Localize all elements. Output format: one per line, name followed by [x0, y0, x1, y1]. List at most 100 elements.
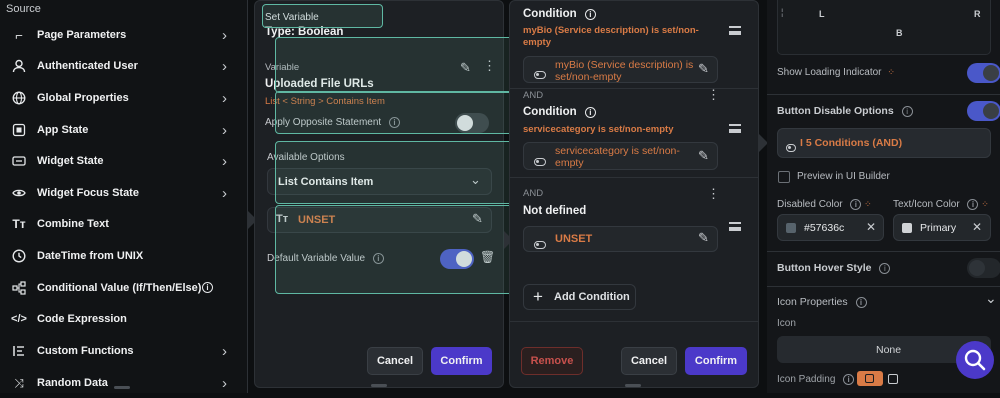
source-item-combine-text[interactable]: Tт Combine Text — [0, 209, 246, 239]
condition-title-text: Condition — [523, 8, 577, 20]
source-item-code-expression[interactable]: </> Code Expression — [0, 304, 246, 334]
icon-properties-label: Icon Properties i — [777, 296, 867, 308]
source-item-label: Widget Focus State — [37, 187, 139, 199]
chevron-right-icon: › — [222, 121, 227, 139]
source-item-label: Conditional Value (If/Then/Else) — [37, 282, 202, 294]
condition-title: Condition i — [523, 106, 596, 118]
preview-checkbox[interactable] — [778, 171, 790, 183]
info-icon: i — [855, 297, 867, 308]
edit-icon[interactable]: ✎ — [698, 230, 709, 246]
source-item-conditional-value[interactable]: Conditional Value (If/Then/Else) i — [0, 273, 246, 303]
source-item-datetime-unix[interactable]: DateTime from UNIX — [0, 241, 246, 271]
button-disable-label: Button Disable Options i — [777, 105, 913, 117]
search-icon — [964, 349, 986, 371]
source-panel: Source ⌐ Page Parameters › Authenticated… — [0, 0, 248, 393]
condition-value: UNSET — [555, 233, 593, 245]
info-icon: i — [843, 374, 855, 385]
confirm-button[interactable]: Confirm — [685, 347, 747, 375]
clock-icon — [11, 248, 27, 264]
condition-subtitle: servicecategory is set/non-empty — [523, 124, 674, 135]
button-disable-toggle[interactable] — [967, 101, 1000, 121]
source-item-label: Page Parameters — [37, 29, 127, 41]
padding-editor[interactable]: ¦ L R B — [777, 0, 991, 55]
code-icon: </> — [11, 313, 27, 325]
source-item-label: DateTime from UNIX — [37, 250, 144, 262]
eye-icon — [11, 185, 27, 201]
disabled-color-value: #57636c — [804, 222, 845, 234]
icon-properties-text: Icon Properties — [777, 296, 848, 308]
preview-label: Preview in UI Builder — [797, 171, 890, 182]
toggle-pill-icon — [786, 139, 800, 157]
source-item-page-parameters[interactable]: ⌐ Page Parameters › — [0, 20, 246, 50]
conditions-summary: I 5 Conditions (AND) — [800, 137, 903, 149]
text-icon-color-value: Primary — [920, 222, 957, 234]
drag-handle-icon[interactable] — [729, 26, 741, 35]
conditions-summary-field[interactable]: I 5 Conditions (AND) — [777, 128, 991, 158]
condition-value-field[interactable]: servicecategory is set/non-empty ✎ — [523, 142, 718, 170]
square-bracket-icon: ⌐ — [15, 27, 23, 43]
info-icon: i — [967, 199, 979, 210]
hover-style-text: Button Hover Style — [777, 262, 872, 274]
color-swatch — [786, 223, 796, 233]
source-item-widget-state[interactable]: Widget State › — [0, 146, 246, 176]
source-item-authenticated-user[interactable]: Authenticated User › — [0, 51, 246, 81]
source-item-global-properties[interactable]: Global Properties › — [0, 83, 246, 113]
properties-panel: ¦ L R B Show Loading Indicator ⁘ Button … — [767, 0, 1000, 393]
confirm-button[interactable]: Confirm — [431, 347, 492, 375]
source-item-app-state[interactable]: App State › — [0, 115, 246, 145]
chevron-down-icon[interactable]: ⌄ — [985, 290, 997, 307]
cancel-button[interactable]: Cancel — [621, 347, 677, 375]
padding-individual-icon[interactable] — [888, 374, 898, 384]
icon-padding-text: Icon Padding — [777, 374, 836, 385]
source-item-label: Combine Text — [37, 218, 109, 230]
edit-icon[interactable]: ✎ — [698, 148, 709, 164]
drag-handle-icon[interactable] — [729, 222, 741, 231]
condition-value-field[interactable]: UNSET ✎ — [523, 226, 718, 252]
highlight-box — [275, 141, 534, 204]
padding-all-icon — [865, 374, 874, 383]
source-title: Source — [6, 3, 41, 15]
show-loading-toggle[interactable] — [967, 63, 1000, 83]
remove-button[interactable]: Remove — [521, 347, 583, 375]
more-vertical-icon[interactable]: ⋮ — [707, 88, 720, 101]
close-icon[interactable]: ✕ — [972, 220, 982, 234]
resize-handle[interactable] — [371, 384, 387, 387]
info-icon: i — [584, 9, 596, 20]
condition-value: servicecategory is set/non-empty — [555, 145, 680, 169]
source-item-custom-functions[interactable]: Custom Functions › — [0, 336, 246, 366]
disabled-color-field[interactable]: #57636c ✕ — [777, 214, 884, 241]
hover-style-label: Button Hover Style i — [777, 262, 891, 274]
text-icon-color-field[interactable]: Primary ✕ — [893, 214, 991, 241]
conditions-panel: Condition i myBio (Service description) … — [509, 0, 759, 388]
hover-style-toggle[interactable] — [967, 258, 1000, 278]
source-item-label: Random Data — [37, 377, 108, 389]
more-vertical-icon[interactable]: ⋮ — [707, 187, 720, 200]
color-swatch — [902, 223, 912, 233]
resize-handle[interactable] — [625, 384, 641, 387]
condition-title: Not defined — [523, 205, 587, 217]
condition-value-field[interactable]: myBio (Service description) is set/non-e… — [523, 56, 718, 83]
toggle-pill-icon — [534, 153, 556, 171]
close-icon[interactable]: ✕ — [866, 220, 876, 234]
button-disable-text: Button Disable Options — [777, 105, 894, 117]
globe-icon — [11, 90, 27, 106]
edit-icon[interactable]: ✎ — [698, 61, 709, 77]
source-item-widget-focus-state[interactable]: Widget Focus State › — [0, 178, 246, 208]
highlight-box — [275, 37, 534, 93]
condition-title: Condition i — [523, 8, 596, 20]
variable-link-icon: ⁘ — [981, 199, 989, 209]
chevron-right-icon: › — [222, 184, 227, 202]
and-joiner: AND — [523, 90, 544, 101]
add-condition-button[interactable]: + Add Condition — [523, 284, 636, 310]
padding-mode-button[interactable] — [857, 371, 883, 386]
function-icon — [11, 343, 27, 359]
drag-handle-icon[interactable] — [729, 124, 741, 133]
search-fab[interactable] — [956, 341, 994, 379]
plus-icon: + — [533, 287, 543, 306]
text-icon: Tт — [12, 217, 26, 231]
resize-handle[interactable] — [114, 386, 130, 389]
source-item-label: Custom Functions — [37, 345, 134, 357]
source-item-random-data[interactable]: ⤨ Random Data › — [0, 368, 246, 398]
cancel-button[interactable]: Cancel — [367, 347, 423, 375]
info-icon: i — [584, 107, 596, 118]
